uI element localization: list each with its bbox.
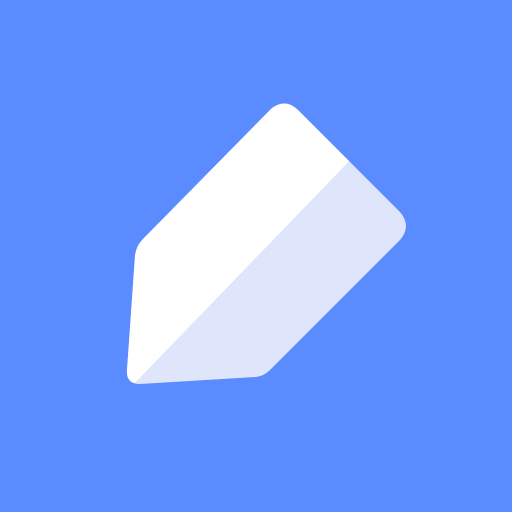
app-icon[interactable] [0,0,512,512]
pencil-icon [0,0,512,512]
